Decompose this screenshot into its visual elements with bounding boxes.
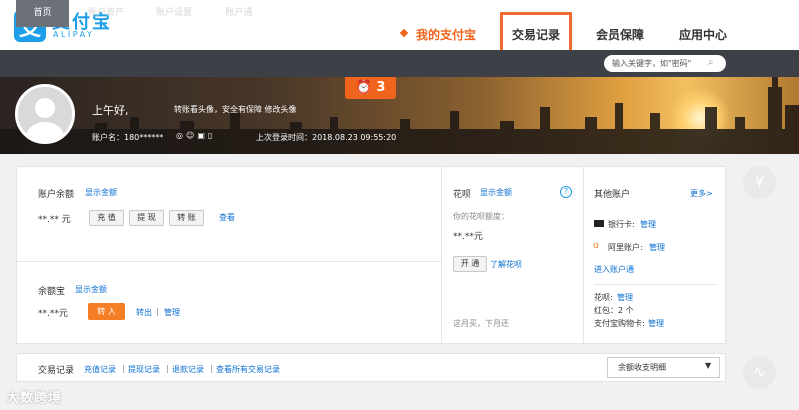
ali-account-manage-link[interactable]: 管理 [649,242,665,253]
yuebao-transfer-out-link[interactable]: 转出 [136,307,152,318]
row-divider [594,284,716,285]
yuebao-manage-link[interactable]: 管理 [164,307,180,318]
huabei-open-button[interactable]: 开 通 [453,256,487,272]
dropdown-arrow-icon: ▼ [705,361,712,370]
search-icon[interactable]: ⌕ [708,57,720,69]
account-security-icons[interactable]: ◎☺▣▯ [176,131,215,140]
huabei-learn-link[interactable]: 了解花呗 [490,259,522,270]
hongbao-count: 红包：2 个 [594,306,634,315]
default-avatar-icon [18,87,72,141]
avatar-tip-link[interactable]: 转账看头像，安全有保障 修改头像 [174,104,297,115]
balance-value: **.** 元 [38,215,71,225]
id-icon[interactable]: ☺ [186,131,197,140]
column-divider [583,167,584,343]
alibaba-icon: ɑ [593,241,599,251]
gift-card-label: 支付宝购物卡: [594,319,645,328]
ali-account-label: 阿里账户: [608,243,643,252]
yuebao-show-amount-link[interactable]: 显示金额 [75,284,107,295]
bank-card-manage-link[interactable]: 管理 [640,219,656,230]
brand-name-en: ALIPAY [53,30,95,39]
more-accounts-link[interactable]: 更多> [690,188,713,199]
row-divider [17,261,441,262]
bank-card-icon [594,220,604,227]
yen-shortcut-icon[interactable]: ¥ [743,166,776,199]
transfer-button[interactable]: 转 账 [169,210,204,226]
withdraw-button[interactable]: 提 现 [129,210,164,226]
account-name: 账户名：180****** [92,133,164,142]
huabei-quota-label: 你的花呗额度： [453,212,509,221]
huabei-title: 花呗 [453,190,472,200]
records-title: 交易记录 [38,366,75,376]
subnav-account-connect[interactable]: 账户通 [214,0,264,27]
link-separator: | [166,364,169,373]
refund-records-link[interactable]: 退款记录 [172,364,204,375]
alarm-clock-icon: ⏰ [355,80,372,95]
bank-card-label: 银行卡: [608,220,635,229]
huabei-show-amount-link[interactable]: 显示金额 [480,187,512,198]
all-records-link[interactable]: 查看所有交易记录 [216,364,280,375]
help-icon[interactable]: ? [560,186,572,198]
balance-show-amount-link[interactable]: 显示金额 [85,187,117,198]
mobile-icon[interactable]: ◎ [176,131,186,140]
last-login-time: 上次登录时间：2018.08.23 09:55:20 [256,133,397,142]
notification-badge[interactable]: ⏰ 3 [345,77,396,99]
subnav-account-settings[interactable]: 账户设置 [146,0,202,27]
nav-app-center[interactable]: 应用中心 [679,26,727,43]
nav-my-alipay[interactable]: 我的支付宝 [416,26,476,43]
gift-card-manage-link[interactable]: 管理 [648,318,664,329]
recharge-records-link[interactable]: 充值记录 [84,364,116,375]
link-separator: | [156,307,159,316]
balance-title: 账户余额 [38,190,75,200]
balance-view-link[interactable]: 查看 [219,212,235,223]
subnav-account-assets[interactable]: 账户资产 [78,0,134,27]
huabei-account-manage-link[interactable]: 管理 [617,292,633,303]
chart-shortcut-icon[interactable]: ∿ [743,356,776,389]
recharge-button[interactable]: 充 值 [89,210,124,226]
column-divider [441,167,442,343]
link-separator: | [210,364,213,373]
yuebao-value: **.**元 [38,309,68,319]
watermark: 大数跨境 [6,391,63,406]
yuebao-title: 余额宝 [38,287,66,297]
withdraw-records-link[interactable]: 提现记录 [128,364,160,375]
other-accounts-title: 其他账户 [594,190,631,200]
greeting-text: 上午好, [92,104,129,117]
huabei-quota-value: **.**元 [453,232,483,242]
huabei-account-label: 花呗: [594,293,613,302]
nav-member-protection[interactable]: 会员保障 [596,26,644,43]
huabei-slogan: 这月买，下月还 [453,319,509,328]
avatar[interactable] [15,84,75,144]
notification-count: 3 [376,80,386,95]
phone-icon[interactable]: ▯ [208,131,215,140]
subnav-home[interactable]: 首页 [16,0,69,27]
yuebao-transfer-in-button[interactable]: 转 入 [88,303,125,320]
certificate-icon[interactable]: ▣ [197,131,208,140]
link-separator: | [122,364,125,373]
enter-account-connect-link[interactable]: 进入账户通 [594,264,634,275]
records-filter-select[interactable]: 余额收支明细 [607,357,720,378]
